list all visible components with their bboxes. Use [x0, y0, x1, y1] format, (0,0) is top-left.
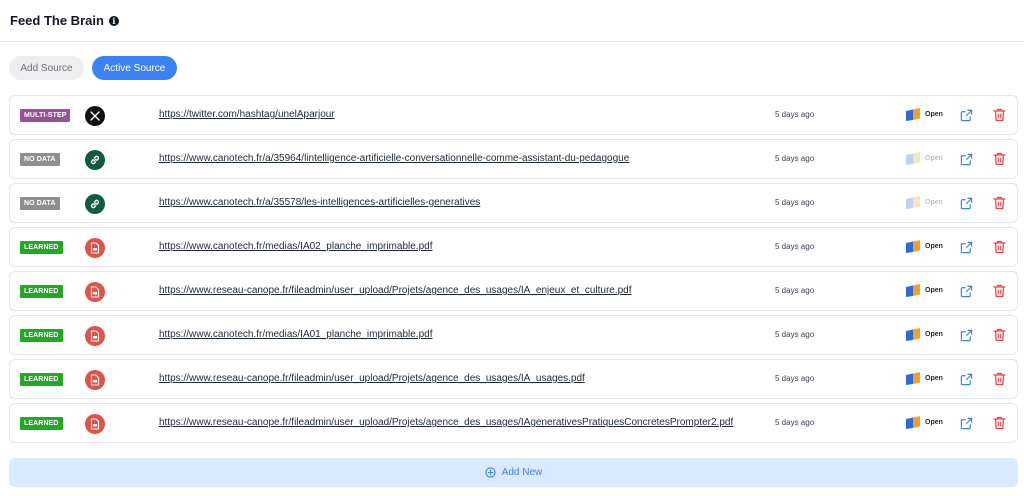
status-badge: NO DATA	[20, 153, 60, 166]
tab-active-source[interactable]: Active Source	[92, 56, 177, 80]
source-url-link[interactable]: https://www.canotech.fr/medias/IA02_plan…	[159, 241, 432, 252]
open-book-icon	[906, 240, 920, 253]
source-date: 5 days ago	[775, 418, 815, 427]
trash-icon[interactable]	[993, 108, 1006, 122]
trash-icon[interactable]	[993, 328, 1006, 342]
table-row: LEARNED https://www.reseau-canope.fr/fil…	[9, 359, 1018, 399]
table-row: NO DATA https://www.canotech.fr/a/35578/…	[9, 183, 1018, 223]
status-badge: LEARNED	[20, 373, 63, 386]
add-new-button[interactable]: Add New	[9, 458, 1018, 487]
external-link-icon[interactable]	[960, 285, 973, 298]
table-row: LEARNED https://www.reseau-canope.fr/fil…	[9, 271, 1018, 311]
external-link-icon[interactable]	[960, 153, 973, 166]
open-label: Open	[925, 287, 943, 294]
page-header: Feed The Brain i	[0, 0, 1024, 42]
external-link-icon[interactable]	[960, 329, 973, 342]
pdf-file-icon	[85, 282, 105, 302]
trash-icon[interactable]	[993, 196, 1006, 210]
external-link-icon[interactable]	[960, 241, 973, 254]
trash-icon[interactable]	[993, 240, 1006, 254]
tab-add-source[interactable]: Add Source	[9, 56, 84, 80]
trash-icon[interactable]	[993, 152, 1006, 166]
source-url-link[interactable]: https://www.reseau-canope.fr/fileadmin/u…	[159, 417, 733, 428]
open-button[interactable]: Open	[905, 328, 943, 341]
table-row: NO DATA https://www.canotech.fr/a/35964/…	[9, 139, 1018, 179]
link-icon	[85, 194, 105, 214]
external-link-icon[interactable]	[960, 373, 973, 386]
source-url-link[interactable]: https://twitter.com/hashtag/unelAparjour	[159, 109, 335, 120]
x-logo-icon	[85, 106, 105, 126]
external-link-icon[interactable]	[960, 197, 973, 210]
pdf-file-icon	[85, 326, 105, 346]
link-icon	[85, 150, 105, 170]
status-badge: MULTI-STEP	[20, 109, 71, 122]
open-label: Open	[925, 155, 943, 162]
pdf-file-icon	[85, 370, 105, 390]
add-new-label: Add New	[501, 467, 543, 478]
source-list: MULTI-STEP https://twitter.com/hashtag/u…	[9, 95, 1018, 447]
source-url-link[interactable]: https://www.reseau-canope.fr/fileadmin/u…	[159, 285, 632, 296]
info-icon[interactable]: i	[108, 15, 119, 26]
open-button[interactable]: Open	[905, 108, 943, 121]
pdf-file-icon	[85, 238, 105, 258]
table-row: MULTI-STEP https://twitter.com/hashtag/u…	[9, 95, 1018, 135]
open-book-icon	[906, 416, 920, 429]
open-label: Open	[925, 419, 943, 426]
open-button[interactable]: Open	[905, 416, 943, 429]
source-date: 5 days ago	[775, 374, 815, 383]
status-badge: LEARNED	[20, 285, 63, 298]
open-label: Open	[925, 375, 943, 382]
open-button[interactable]: Open	[905, 372, 943, 385]
open-label: Open	[925, 243, 943, 250]
status-badge: LEARNED	[20, 241, 63, 254]
open-book-icon	[906, 108, 920, 121]
pdf-file-icon	[85, 414, 105, 434]
open-book-icon	[906, 372, 920, 385]
status-badge: NO DATA	[20, 197, 60, 210]
source-date: 5 days ago	[775, 242, 815, 251]
open-book-icon	[906, 152, 920, 165]
trash-icon[interactable]	[993, 284, 1006, 298]
source-date: 5 days ago	[775, 198, 815, 207]
table-row: LEARNED https://www.canotech.fr/medias/I…	[9, 315, 1018, 355]
source-date: 5 days ago	[775, 286, 815, 295]
trash-icon[interactable]	[993, 372, 1006, 386]
page-title: Feed The Brain	[10, 13, 104, 28]
external-link-icon[interactable]	[960, 109, 973, 122]
open-button[interactable]: Open	[905, 152, 943, 165]
table-row: LEARNED https://www.reseau-canope.fr/fil…	[9, 403, 1018, 443]
source-date: 5 days ago	[775, 110, 815, 119]
status-badge: LEARNED	[20, 329, 63, 342]
plus-circle-icon	[485, 467, 496, 478]
source-url-link[interactable]: https://www.reseau-canope.fr/fileadmin/u…	[159, 373, 585, 384]
open-label: Open	[925, 199, 943, 206]
open-book-icon	[906, 284, 920, 297]
source-url-link[interactable]: https://www.canotech.fr/a/35964/lintelli…	[159, 153, 629, 164]
external-link-icon[interactable]	[960, 417, 973, 430]
open-label: Open	[925, 331, 943, 338]
open-button[interactable]: Open	[905, 284, 943, 297]
open-book-icon	[906, 328, 920, 341]
table-row: LEARNED https://www.canotech.fr/medias/I…	[9, 227, 1018, 267]
open-button[interactable]: Open	[905, 196, 943, 209]
open-label: Open	[925, 111, 943, 118]
source-url-link[interactable]: https://www.canotech.fr/medias/IA01_plan…	[159, 329, 432, 340]
open-book-icon	[906, 196, 920, 209]
source-tabs: Add Source Active Source	[9, 56, 177, 80]
status-badge: LEARNED	[20, 417, 63, 430]
source-date: 5 days ago	[775, 154, 815, 163]
source-url-link[interactable]: https://www.canotech.fr/a/35578/les-inte…	[159, 197, 480, 208]
open-button[interactable]: Open	[905, 240, 943, 253]
source-date: 5 days ago	[775, 330, 815, 339]
trash-icon[interactable]	[993, 416, 1006, 430]
